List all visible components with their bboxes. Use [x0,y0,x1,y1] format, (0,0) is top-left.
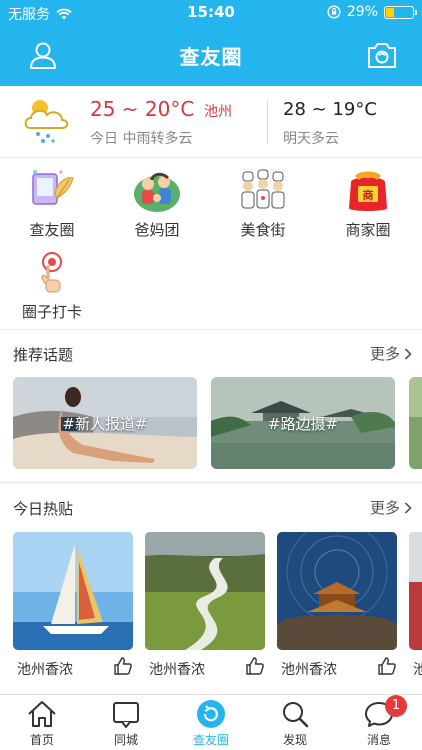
category-checkin[interactable]: 圈子打卡 [7,250,97,322]
category-merchant[interactable]: 商 商家圈 [323,168,413,240]
checkin-icon [41,252,62,293]
recommended-topics-header: 推荐话题 更多 [0,330,422,374]
post-card[interactable]: 池州香浓 [145,532,265,682]
tomorrow-weather-description: 明天多云 [283,131,339,147]
thumbs-up-icon[interactable] [245,656,265,676]
city-icon [113,702,139,728]
topic-card-roadside[interactable]: #路边摄# [211,377,395,469]
post-author: 池州香浓 [149,662,205,678]
topics-more-link[interactable]: 更多 [370,343,412,364]
city-name: 池州 [204,104,232,120]
hot-posts-title: 今日热贴 [13,500,74,518]
today-temperature: 25 ~ 20°C [90,97,195,121]
home-icon [28,701,56,727]
bottom-tab-bar: 首页 同城 查友圈 发现 消息 1 [0,694,422,750]
tab-chayouquan[interactable]: 查友圈 [169,695,253,750]
category-label: 商家圈 [345,221,391,239]
food-street-icon [241,169,285,209]
post-meta: 池州香浓 [277,650,397,682]
topics-carousel[interactable]: #新人报道# #路边摄# [0,373,422,481]
rain-cloud-icon [24,100,69,143]
tab-home[interactable]: 首页 [0,695,84,750]
category-grid: 查友圈 爸妈团 美食街 商 商家圈 圈子打卡 [0,158,422,330]
nav-bar: 查友圈 [0,26,422,86]
chevron-right-icon [404,347,412,360]
tab-messages[interactable]: 消息 1 [337,695,421,750]
chayouquan-tab-icon [197,700,225,728]
post-author: 池 [413,662,422,678]
camera-icon[interactable] [366,40,398,70]
tab-label: 首页 [29,733,54,747]
hot-more-link[interactable]: 更多 [370,497,412,518]
battery-percent: 29% [346,4,378,20]
tab-label: 消息 [366,733,391,747]
hot-posts-header: 今日热贴 更多 [0,484,422,528]
weather-divider [267,100,268,144]
tomorrow-temperature: 28 ~ 19°C [283,99,377,120]
category-label: 圈子打卡 [21,303,82,321]
category-parents-group[interactable]: 爸妈团 [112,168,202,240]
merchant-icon: 商 [349,171,387,211]
post-image-pavilion [277,532,397,650]
rotation-lock-icon [327,5,341,19]
recommended-topics-title: 推荐话题 [13,346,74,364]
category-food-street[interactable]: 美食街 [218,168,308,240]
post-meta: 池州香浓 [13,650,133,682]
category-label: 美食街 [240,221,286,239]
topic-label: #新人报道# [62,415,148,433]
tab-label: 查友圈 [192,733,229,747]
topic-card-partial[interactable] [409,377,422,469]
tab-discover[interactable]: 发现 [253,695,337,750]
post-card[interactable]: 池州香浓 [13,532,133,682]
unread-badge: 1 [385,695,407,717]
thumbs-up-icon[interactable] [113,656,133,676]
status-bar: 无服务 15:40 29% [0,0,422,26]
more-label: 更多 [369,345,400,363]
post-image-partial [409,532,422,650]
topic-image [409,377,422,469]
battery-level [386,7,395,17]
post-meta: 池 [409,650,422,682]
parents-group-icon [134,172,180,212]
topic-card-newcomer[interactable]: #新人报道# [13,377,197,469]
post-meta: 池州香浓 [145,650,265,682]
tab-label: 发现 [282,733,307,747]
thumbs-up-icon[interactable] [377,656,397,676]
post-author: 池州香浓 [281,662,337,678]
search-icon [283,702,309,728]
more-label: 更多 [369,499,400,517]
hot-posts-list[interactable]: 池州香浓 池州香浓 池州香浓 池 [0,528,422,694]
battery-icon [384,5,417,19]
post-author: 池州香浓 [17,662,73,678]
chayouquan-icon [32,170,74,205]
svg-text:商: 商 [363,188,374,202]
category-label: 爸妈团 [134,221,180,239]
post-image-sailboat [13,532,133,650]
post-card-partial[interactable]: 池 [409,532,422,682]
category-chayouquan[interactable]: 查友圈 [7,168,97,240]
today-weather-description: 今日 中雨转多云 [90,131,193,147]
tab-city[interactable]: 同城 [84,695,168,750]
weather-panel[interactable]: 25 ~ 20°C 池州 今日 中雨转多云 28 ~ 19°C 明天多云 [0,86,422,158]
post-card[interactable]: 池州香浓 [277,532,397,682]
topic-label: #路边摄# [267,415,339,433]
post-image-river [145,532,265,650]
page-title: 查友圈 [179,45,243,69]
category-label: 查友圈 [29,221,75,239]
chevron-right-icon [404,501,412,514]
tab-label: 同城 [113,733,138,747]
